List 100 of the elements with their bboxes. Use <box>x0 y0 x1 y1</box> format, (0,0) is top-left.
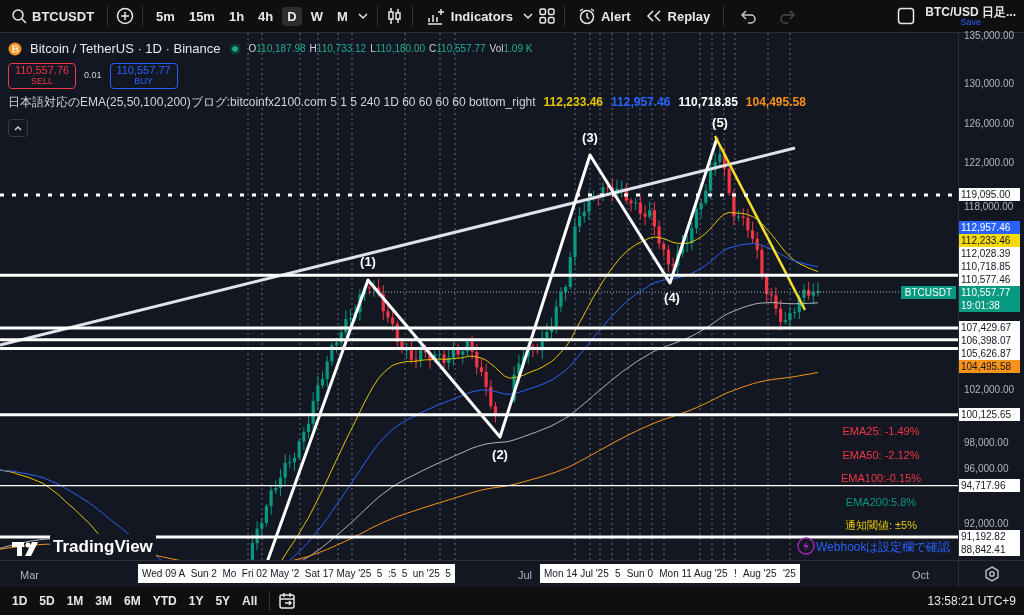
range-button[interactable]: 5D <box>35 590 59 612</box>
price-tag: 112,957.46 <box>959 220 1020 234</box>
price-axis-label: 98,000.00 <box>964 437 1009 449</box>
range-button[interactable]: 3M <box>91 590 117 612</box>
alert-button[interactable]: Alert <box>572 4 636 28</box>
time-axis-label: Oct <box>912 568 930 583</box>
range-button[interactable]: 1M <box>62 590 88 612</box>
brand-name: TradingView <box>50 534 156 560</box>
price-tag: 107,429.67 <box>959 321 1020 335</box>
search-icon <box>11 8 27 24</box>
coin-icon <box>8 41 22 56</box>
wave-label: (3) <box>582 129 598 148</box>
calendar-icon[interactable] <box>278 592 297 610</box>
range-button[interactable]: All <box>238 590 262 612</box>
date-label: Mon 11 Aug '25 <box>659 567 728 581</box>
date-label: Sun 0 <box>626 567 653 581</box>
symbol-price-tag: BTCUSDT <box>900 285 956 299</box>
collapse-button[interactable] <box>8 118 28 137</box>
price-tag: 119,095.00 <box>959 188 1020 202</box>
price-axis-label: 96,000.00 <box>964 463 1009 475</box>
date-label: 5 <box>401 567 408 581</box>
add-symbol-icon[interactable] <box>116 7 135 25</box>
interval-button[interactable]: 5m <box>151 6 180 26</box>
date-label: 5 <box>615 567 621 581</box>
grid-icon[interactable] <box>537 7 556 25</box>
ohlc-value: H110,733.12 <box>309 42 367 57</box>
date-label: 5 <box>445 567 451 581</box>
date-label: :5 <box>387 567 397 581</box>
interval-button[interactable]: 15m <box>183 6 220 26</box>
ohlc-value: C110,557.77 <box>429 42 486 57</box>
chevron-down-icon[interactable] <box>521 10 534 22</box>
ohlc-value: L110,180.00 <box>370 42 426 57</box>
price-axis-label: 130,000.00 <box>964 78 1015 90</box>
spread-value: 0.01 <box>84 68 102 82</box>
chevron-down-icon[interactable] <box>356 10 369 22</box>
price-tag: 110,557.77 19:01:38 <box>959 285 1020 312</box>
price-tag: 100,125.65 <box>959 408 1020 422</box>
ema-deviation-text: EMA200:5.8% <box>844 494 918 510</box>
candlestick-icon[interactable] <box>385 7 404 25</box>
price-axis-label: 92,000.00 <box>964 518 1009 530</box>
ema-deviation-text: EMA100:-0.15% <box>839 471 923 486</box>
chart-plus-icon <box>425 7 446 25</box>
price-axis-label: 126,000.00 <box>964 118 1015 130</box>
date-label: '25 <box>782 567 796 581</box>
price-tag: 105,626.87 <box>959 347 1020 361</box>
webhook-note: Webhookは設定欄で確認 <box>816 539 951 556</box>
date-label: un '25 <box>412 567 440 581</box>
date-label: Mon 14 Jul '25 <box>544 567 609 581</box>
interval-button[interactable]: D <box>282 6 302 26</box>
wave-label: (5) <box>712 114 728 133</box>
ohlc-value: O110,187.98 <box>248 42 306 57</box>
price-tag: 94,717.96 <box>959 479 1020 493</box>
square-icon[interactable] <box>897 7 916 25</box>
chart-title: Bitcoin / TetherUS · 1D · Binance <box>30 40 221 58</box>
range-button[interactable]: YTD <box>148 590 181 612</box>
indicator-value: 110,718.85 <box>678 93 738 111</box>
indicator-value: 104,495.58 <box>745 93 806 111</box>
clock-text: 13:58:21 UTC+9 <box>927 593 1016 610</box>
wave-label: (1) <box>360 253 376 272</box>
range-button[interactable]: 1Y <box>184 590 208 612</box>
date-label: ! <box>733 567 737 581</box>
price-axis-label: 102,000.00 <box>964 384 1015 396</box>
ema-deviation-text: EMA50: -2.12% <box>841 447 921 463</box>
wave-label: (2) <box>492 446 508 465</box>
range-button[interactable]: 6M <box>120 590 145 612</box>
date-label: Aug '25 <box>743 567 777 581</box>
range-button[interactable]: 5Y <box>211 590 235 612</box>
sell-button[interactable]: 110,557.76 SELL <box>8 62 76 89</box>
interval-button[interactable]: M <box>331 6 353 26</box>
lightning-icon[interactable] <box>797 537 815 555</box>
indicator-title: 日本語対応のEMA(25,50,100,200)ブログ:bitcoinfx2100.com 5 1 5 240 1D 60 60 60 60 bottom_right <box>8 93 536 111</box>
price-tag: 88,842.41 <box>959 543 1020 557</box>
date-label: Sun 2 <box>190 567 217 581</box>
ohlc-value: Vol1.09 K <box>489 42 533 57</box>
date-label: Sat 17 May '25 <box>304 567 372 581</box>
interval-button[interactable]: W <box>305 6 328 26</box>
interval-button[interactable]: 1h <box>223 6 250 26</box>
time-axis-label: Mar <box>20 568 39 583</box>
layout-button[interactable]: BTC/USD 日足... Save <box>923 5 1018 27</box>
date-label: Wed 09 A <box>142 567 186 581</box>
interval-button[interactable]: 4h <box>253 6 279 26</box>
replay-button[interactable]: Replay <box>639 4 716 28</box>
buy-button[interactable]: 110,557.77 BUY <box>109 62 178 89</box>
price-axis-label: 118,000.00 <box>964 201 1014 213</box>
price-tag: 106,398.07 <box>959 334 1020 348</box>
date-label: 5 <box>376 567 383 581</box>
price-axis-label: 135,000.00 <box>964 30 1015 42</box>
range-button[interactable]: 1D <box>8 590 32 612</box>
undo-icon[interactable] <box>740 7 759 25</box>
indicator-value: 112,233.46 <box>543 93 603 111</box>
date-label: Fri 02 May '2 <box>241 567 300 581</box>
symbol-search-button[interactable]: BTCUSDT <box>6 5 100 27</box>
ema-deviation-text: 通知閾値: ±5% <box>843 518 919 533</box>
time-axis-label: Jul <box>518 568 533 583</box>
settings-icon[interactable] <box>983 566 1000 582</box>
indicator-value: 112,957.46 <box>611 93 671 111</box>
alarm-clock-icon <box>577 7 596 25</box>
wave-label: (4) <box>664 289 680 308</box>
price-tag: 91,192.82 <box>959 530 1020 544</box>
indicators-button[interactable]: Indicators <box>420 4 518 28</box>
